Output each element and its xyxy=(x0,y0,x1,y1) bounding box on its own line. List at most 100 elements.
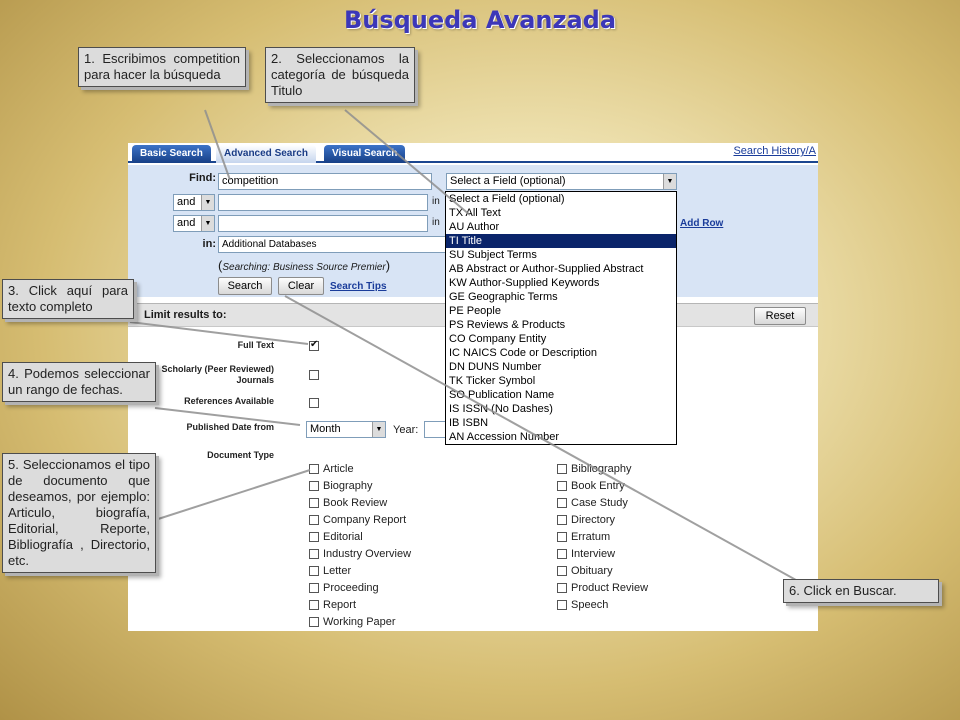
searching-note: (Searching: Business Source Premier) xyxy=(218,258,391,273)
year-label: Year: xyxy=(393,424,419,436)
doc-type-checkbox[interactable] xyxy=(309,464,319,474)
reset-button[interactable]: Reset xyxy=(754,307,806,325)
dropdown-option[interactable]: PS Reviews & Products xyxy=(446,318,676,332)
doc-type-label: Article xyxy=(323,463,354,475)
doc-type-checkbox[interactable] xyxy=(309,583,319,593)
dropdown-option[interactable]: DN DUNS Number xyxy=(446,360,676,374)
slide-title: Búsqueda Avanzada xyxy=(343,6,617,34)
dropdown-option[interactable]: IB ISBN xyxy=(446,416,676,430)
dropdown-option[interactable]: KW Author-Supplied Keywords xyxy=(446,276,676,290)
doc-type-checkbox[interactable] xyxy=(557,566,567,576)
scholarly-label-line1: Scholarly (Peer Reviewed) xyxy=(161,364,274,374)
doc-type-checkbox[interactable] xyxy=(309,515,319,525)
callout-step-5: 5. Seleccionamos el tipo de documento qu… xyxy=(2,453,156,573)
year-input[interactable] xyxy=(424,421,446,438)
doc-type-label: Working Paper xyxy=(323,616,396,628)
doc-type-checkbox[interactable] xyxy=(309,549,319,559)
dropdown-option[interactable]: GE Geographic Terms xyxy=(446,290,676,304)
callout-step-3: 3. Click aquí para texto completo xyxy=(2,279,134,319)
doc-type-label: Book Review xyxy=(323,497,388,509)
dropdown-option[interactable]: SU Subject Terms xyxy=(446,248,676,262)
dropdown-option[interactable]: CO Company Entity xyxy=(446,332,676,346)
doc-type-checkbox[interactable] xyxy=(557,549,567,559)
callout-step-6: 6. Click en Buscar. xyxy=(783,579,939,603)
doc-type-checkbox[interactable] xyxy=(309,600,319,610)
bool-select-2[interactable]: and ▼ xyxy=(173,215,215,232)
scholarly-label-line2: Journals xyxy=(236,375,274,385)
doc-type-label: Interview xyxy=(571,548,616,560)
tab-visual-search[interactable]: Visual Search xyxy=(324,145,406,163)
search-history-link[interactable]: Search History/A xyxy=(733,145,816,157)
bool-select-1[interactable]: and ▼ xyxy=(173,194,215,211)
field-select-value: Select a Field (optional) xyxy=(450,175,566,187)
doc-type-checkbox[interactable] xyxy=(309,566,319,576)
clear-button[interactable]: Clear xyxy=(278,277,324,295)
search-tabs: Basic Search Advanced Search Visual Sear… xyxy=(128,143,818,163)
doc-type-checkbox[interactable] xyxy=(309,532,319,542)
bool-select-1-value: and xyxy=(177,196,196,208)
full-text-label: Full Text xyxy=(237,340,274,350)
doc-type-checkbox[interactable] xyxy=(557,498,567,508)
doc-type-label: Letter xyxy=(323,565,352,577)
find-input-2[interactable] xyxy=(218,194,428,211)
callout-step-4: 4. Podemos seleccionar un rango de fecha… xyxy=(2,362,156,402)
dropdown-option-selected[interactable]: TI Title xyxy=(446,234,676,248)
doc-type-label: Bibliography xyxy=(571,463,632,475)
dropdown-option[interactable]: AN Accession Number xyxy=(446,430,676,444)
doc-type-label: Biography xyxy=(323,480,373,492)
doc-type-label: Speech xyxy=(571,599,609,611)
doc-type-checkbox[interactable] xyxy=(309,481,319,491)
chevron-down-icon: ▼ xyxy=(201,195,214,210)
full-text-checkbox[interactable] xyxy=(309,339,319,351)
tab-advanced-search[interactable]: Advanced Search xyxy=(216,145,316,163)
doc-type-label: Industry Overview xyxy=(323,548,412,560)
doc-type-checkbox[interactable] xyxy=(309,498,319,508)
databases-field[interactable]: Additional Databases xyxy=(218,236,446,253)
dropdown-option[interactable]: SO Publication Name xyxy=(446,388,676,402)
doc-type-checkbox[interactable] xyxy=(309,617,319,627)
search-button[interactable]: Search xyxy=(218,277,272,295)
dropdown-option[interactable]: IS ISSN (No Dashes) xyxy=(446,402,676,416)
dropdown-option[interactable]: AB Abstract or Author-Supplied Abstract xyxy=(446,262,676,276)
doc-type-label: Book Entry xyxy=(571,480,625,492)
add-row-link[interactable]: Add Row xyxy=(680,218,723,229)
databases-label: in: xyxy=(202,238,216,250)
find-input-3[interactable] xyxy=(218,215,428,232)
in-label-1: in xyxy=(432,196,440,207)
doc-type-checkbox[interactable] xyxy=(557,600,567,610)
tab-basic-search[interactable]: Basic Search xyxy=(132,145,211,163)
searching-prefix: Searching: xyxy=(222,262,271,273)
dropdown-option[interactable]: TX All Text xyxy=(446,206,676,220)
doc-type-label: Case Study xyxy=(571,497,628,509)
scholarly-checkbox[interactable] xyxy=(309,370,319,380)
doc-type-label: Editorial xyxy=(323,531,363,543)
doc-type-checkbox[interactable] xyxy=(557,481,567,491)
chevron-down-icon: ▼ xyxy=(663,174,676,189)
doc-type-label: Obituary xyxy=(571,565,613,577)
searching-database: Business Source Premier xyxy=(272,262,386,273)
doc-type-label: Proceeding xyxy=(323,582,379,594)
doc-type-checkbox[interactable] xyxy=(557,583,567,593)
dropdown-option[interactable]: PE People xyxy=(446,304,676,318)
dropdown-option[interactable]: TK Ticker Symbol xyxy=(446,374,676,388)
doc-type-checkbox[interactable] xyxy=(557,464,567,474)
doc-type-checkbox[interactable] xyxy=(557,515,567,525)
dropdown-option[interactable]: AU Author xyxy=(446,220,676,234)
dropdown-option[interactable]: IC NAICS Code or Description xyxy=(446,346,676,360)
field-select[interactable]: Select a Field (optional) ▼ xyxy=(446,173,677,190)
find-input[interactable]: competition xyxy=(218,173,432,190)
references-checkbox[interactable] xyxy=(309,398,319,408)
month-select[interactable]: Month ▼ xyxy=(306,421,386,438)
callout-step-1: 1. Escribimos competition para hacer la … xyxy=(78,47,246,87)
callout-step-2: 2. Seleccionamos la categoría de búsqued… xyxy=(265,47,415,103)
dropdown-option[interactable]: Select a Field (optional) xyxy=(446,192,676,206)
find-label: Find: xyxy=(189,172,216,184)
ebsco-screenshot: Basic Search Advanced Search Visual Sear… xyxy=(128,143,818,631)
doc-type-label: Erratum xyxy=(571,531,611,543)
month-select-value: Month xyxy=(310,423,341,435)
bool-select-2-value: and xyxy=(177,217,196,229)
doc-type-label: Directory xyxy=(571,514,616,526)
doc-type-checkbox[interactable] xyxy=(557,532,567,542)
published-date-label: Published Date from xyxy=(186,422,274,432)
search-tips-link[interactable]: Search Tips xyxy=(330,281,387,292)
